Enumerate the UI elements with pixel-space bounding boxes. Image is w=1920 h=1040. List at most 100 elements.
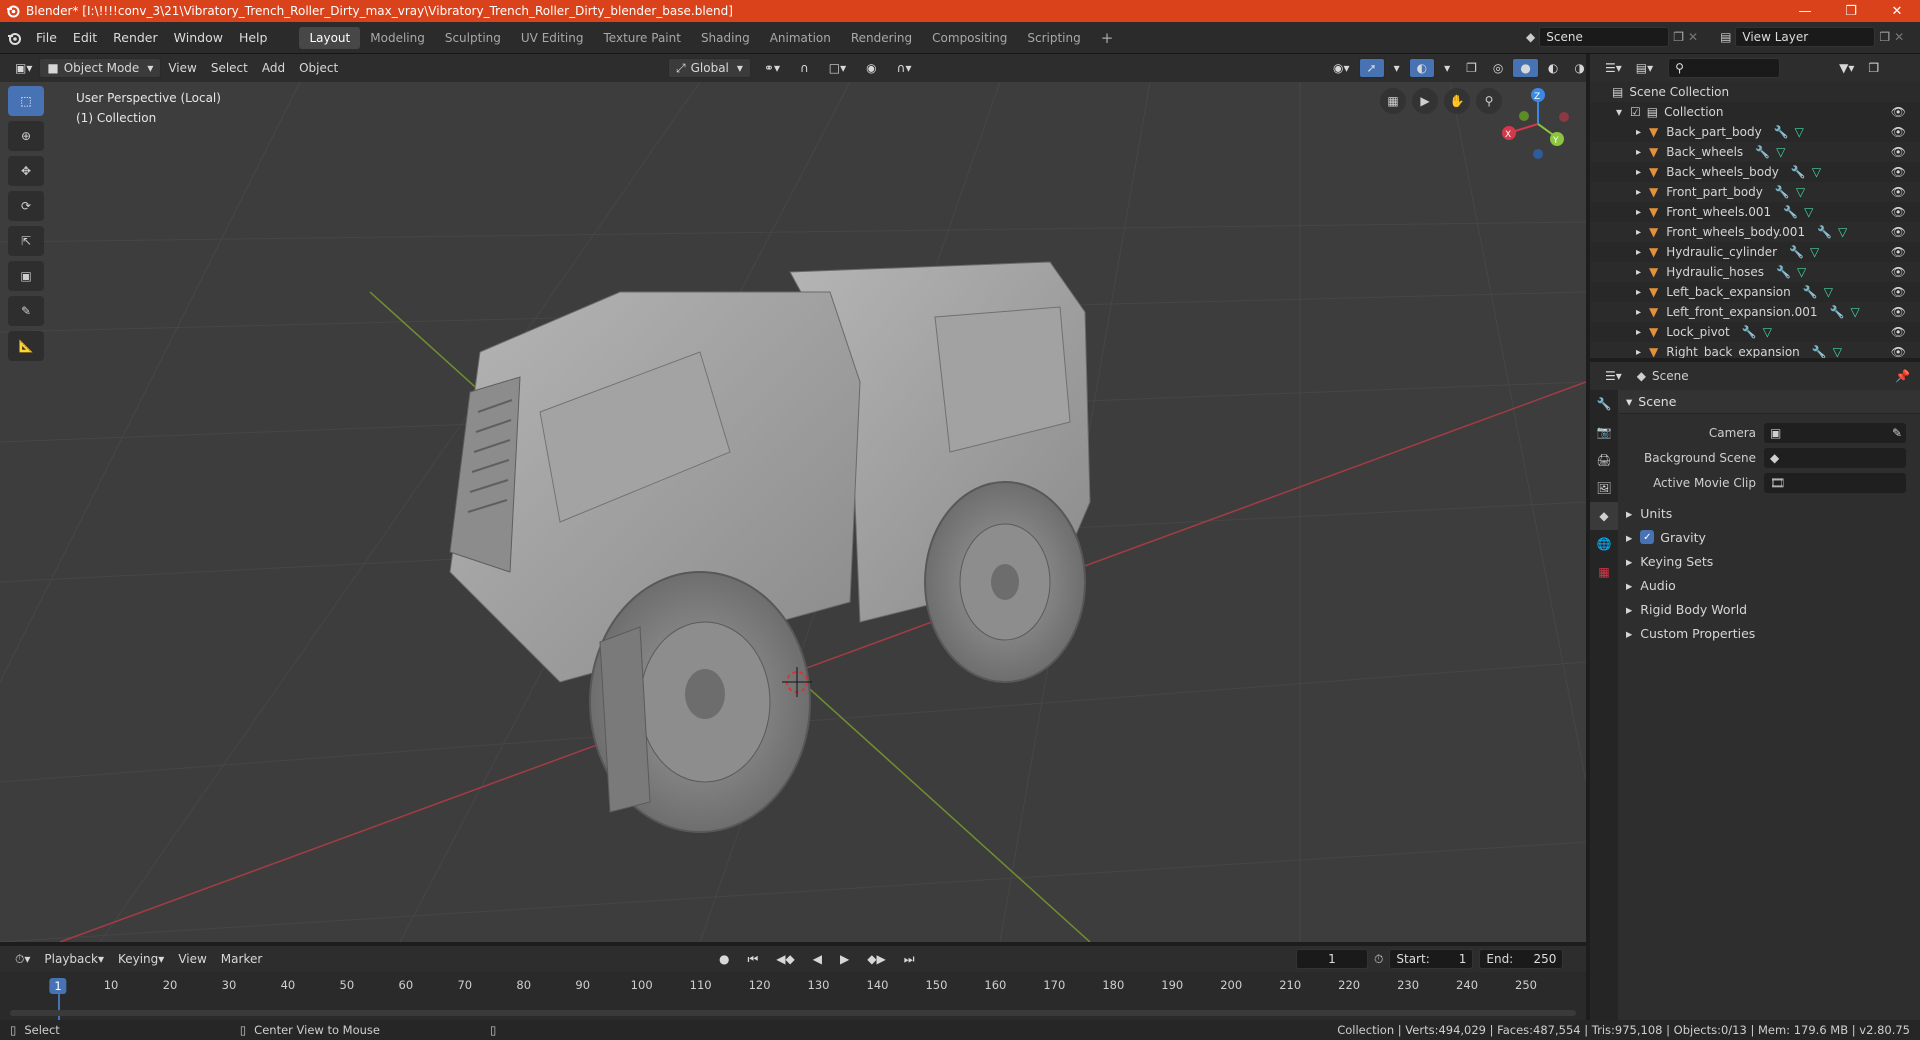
new-collection-icon[interactable]: ❐ — [1861, 58, 1886, 78]
remove-view-layer-icon[interactable]: ✕ — [1894, 30, 1904, 44]
menu-file[interactable]: File — [28, 30, 65, 45]
expand-right-icon[interactable]: ▸ — [1636, 187, 1641, 198]
outliner-editor-type-icon[interactable]: ☰▾ — [1598, 58, 1629, 78]
timeline[interactable]: 1 10 20 30 40 50 60 70 80 90 100 110 120 130 140 150 160… — [0, 972, 1586, 1026]
outliner-row-object[interactable]: ▸ ▼ Left_back_expansion 🔧 ▽ 👁 — [1590, 282, 1920, 302]
modifier-wrench-icon[interactable]: 🔧 — [1755, 145, 1770, 159]
shading-material-icon[interactable]: ◐ — [1541, 58, 1565, 78]
eye-icon[interactable]: 👁 — [1891, 245, 1906, 259]
custom-properties-panel[interactable]: ▸ Custom Properties — [1618, 621, 1920, 645]
current-frame-field[interactable]: 1 — [1296, 949, 1368, 969]
expand-right-icon[interactable]: ▸ — [1636, 267, 1641, 278]
view-layer-selector[interactable]: View Layer — [1735, 27, 1876, 47]
world-tab-icon[interactable]: 🌐 — [1590, 530, 1618, 558]
outliner-row-object[interactable]: ▸ ▼ Hydraulic_cylinder 🔧 ▽ 👁 — [1590, 242, 1920, 262]
texture-tab-icon[interactable]: ▦ — [1590, 558, 1618, 586]
prev-keyframe-icon[interactable]: ◀◆ — [769, 949, 801, 969]
modifier-wrench-icon[interactable]: 🔧 — [1775, 185, 1790, 199]
next-keyframe-icon[interactable]: ◆▶ — [860, 949, 892, 969]
mesh-data-icon[interactable]: ▽ — [1776, 145, 1785, 159]
menu-select[interactable]: Select — [204, 58, 255, 78]
modifier-wrench-icon[interactable]: 🔧 — [1774, 125, 1789, 139]
eye-icon[interactable]: 👁 — [1891, 325, 1906, 339]
tab-animation[interactable]: Animation — [760, 27, 841, 49]
output-tab-icon[interactable]: 🖨 — [1590, 446, 1618, 474]
modifier-wrench-icon[interactable]: 🔧 — [1742, 325, 1757, 339]
outliner-search-input[interactable]: ⚲ — [1668, 58, 1781, 78]
modifier-wrench-icon[interactable]: 🔧 — [1789, 245, 1804, 259]
editor-type-icon[interactable]: ▣▾ — [8, 58, 39, 78]
expand-right-icon[interactable]: ▸ — [1636, 207, 1641, 218]
outliner-row-object[interactable]: ▸ ▼ Left_front_expansion.001 🔧 ▽ 👁 — [1590, 302, 1920, 322]
eye-icon[interactable]: 👁 — [1891, 305, 1906, 319]
jump-end-icon[interactable]: ⏭ — [897, 949, 922, 969]
expand-right-icon[interactable]: ▸ — [1636, 287, 1641, 298]
menu-view[interactable]: View — [161, 58, 203, 78]
scene-icon[interactable]: ◆ — [1526, 30, 1535, 44]
expand-right-icon[interactable]: ▸ — [1636, 127, 1641, 138]
end-frame-field[interactable]: End: 250 — [1479, 949, 1564, 969]
mesh-data-icon[interactable]: ▽ — [1797, 265, 1806, 279]
render-tab-icon[interactable]: 📷 — [1590, 418, 1618, 446]
overlay-toggle-icon[interactable]: ◐ — [1408, 58, 1436, 78]
modifier-wrench-icon[interactable]: 🔧 — [1776, 265, 1791, 279]
background-scene-field[interactable]: ◆ — [1764, 447, 1906, 468]
gravity-checkbox[interactable]: ✓ — [1640, 530, 1655, 544]
checkbox-icon[interactable]: ☑ — [1630, 105, 1641, 119]
expand-right-icon[interactable]: ▸ — [1636, 307, 1641, 318]
modifier-wrench-icon[interactable]: 🔧 — [1812, 345, 1827, 358]
scale-tool[interactable]: ⇱ — [8, 226, 44, 256]
menu-edit[interactable]: Edit — [65, 30, 105, 45]
modifier-wrench-icon[interactable]: 🔧 — [1783, 205, 1798, 219]
expand-right-icon[interactable]: ▸ — [1636, 147, 1641, 158]
view-layer-icon[interactable]: ▤ — [1720, 30, 1731, 44]
minimize-icon[interactable]: — — [1782, 0, 1828, 22]
remove-scene-icon[interactable]: ✕ — [1688, 30, 1698, 44]
outliner-row-object[interactable]: ▸ ▼ Back_part_body 🔧 ▽ 👁 — [1590, 122, 1920, 142]
mesh-data-icon[interactable]: ▽ — [1763, 325, 1772, 339]
restore-icon[interactable]: ❐ — [1828, 0, 1874, 22]
mesh-data-icon[interactable]: ▽ — [1795, 125, 1804, 139]
jump-start-icon[interactable]: ⏮ — [740, 949, 765, 969]
mesh-data-icon[interactable]: ▽ — [1810, 245, 1819, 259]
mesh-data-icon[interactable]: ▽ — [1824, 285, 1833, 299]
outliner-row-object[interactable]: ▸ ▼ Hydraulic_hoses 🔧 ▽ 👁 — [1590, 262, 1920, 282]
gizmo-dropdown-icon[interactable]: ▾ — [1387, 58, 1407, 78]
scene-selector[interactable]: Scene — [1539, 27, 1670, 47]
shading-solid-icon[interactable]: ● — [1512, 58, 1539, 78]
playhead[interactable] — [58, 994, 60, 1022]
gravity-panel[interactable]: ▸ ✓ Gravity — [1618, 525, 1920, 549]
scene-panel-header[interactable]: ▾ Scene — [1618, 390, 1920, 414]
trench-roller-model[interactable] — [449, 261, 1091, 833]
properties-editor-type-icon[interactable]: ☰▾ — [1598, 366, 1629, 386]
menu-render[interactable]: Render — [105, 30, 166, 45]
expand-right-icon[interactable]: ▸ — [1636, 347, 1641, 358]
audio-panel[interactable]: ▸ Audio — [1618, 573, 1920, 597]
menu-window[interactable]: Window — [166, 30, 231, 45]
rotate-tool[interactable]: ⟳ — [8, 191, 44, 221]
modifier-wrench-icon[interactable]: 🔧 — [1817, 225, 1832, 239]
active-movie-clip-field[interactable]: 🎞 — [1764, 472, 1906, 493]
transform-tool[interactable]: ▣ — [8, 261, 44, 291]
eye-icon[interactable]: 👁 — [1891, 345, 1906, 358]
filter-icon[interactable]: ▼▾ — [1832, 58, 1861, 78]
start-frame-field[interactable]: Start: 1 — [1389, 949, 1474, 969]
timeline-editor-type-icon[interactable]: ⏱▾ — [8, 949, 37, 969]
play-reverse-icon[interactable]: ◀ — [806, 949, 829, 969]
stopwatch-icon[interactable]: ⏱ — [1374, 952, 1383, 967]
eye-icon[interactable]: 👁 — [1891, 125, 1906, 139]
new-scene-icon[interactable]: ❐ — [1673, 30, 1684, 44]
3d-viewport[interactable]: Z X Y — [0, 82, 1586, 942]
outliner-row-collection[interactable]: ▾ ☑ ▤ Collection 👁 — [1590, 102, 1920, 122]
add-workspace-icon[interactable]: + — [1091, 27, 1124, 49]
frame-ruler[interactable]: 1 10 20 30 40 50 60 70 80 90 100 110 120 130 140 150 160… — [0, 972, 1586, 996]
outliner-row-scene-collection[interactable]: ▤ Scene Collection — [1590, 82, 1920, 102]
tab-layout[interactable]: Layout — [299, 26, 361, 49]
falloff-icon[interactable]: ∩▾ — [890, 58, 919, 78]
outliner-row-object[interactable]: ▸ ▼ Right_back_expansion 🔧 ▽ 👁 — [1590, 342, 1920, 358]
modifier-wrench-icon[interactable]: 🔧 — [1803, 285, 1818, 299]
eye-icon[interactable]: 👁 — [1891, 225, 1906, 239]
visibility-icon[interactable]: ◉▾ — [1326, 58, 1357, 78]
expand-right-icon[interactable]: ▸ — [1636, 327, 1641, 338]
mesh-data-icon[interactable]: ▽ — [1804, 205, 1813, 219]
